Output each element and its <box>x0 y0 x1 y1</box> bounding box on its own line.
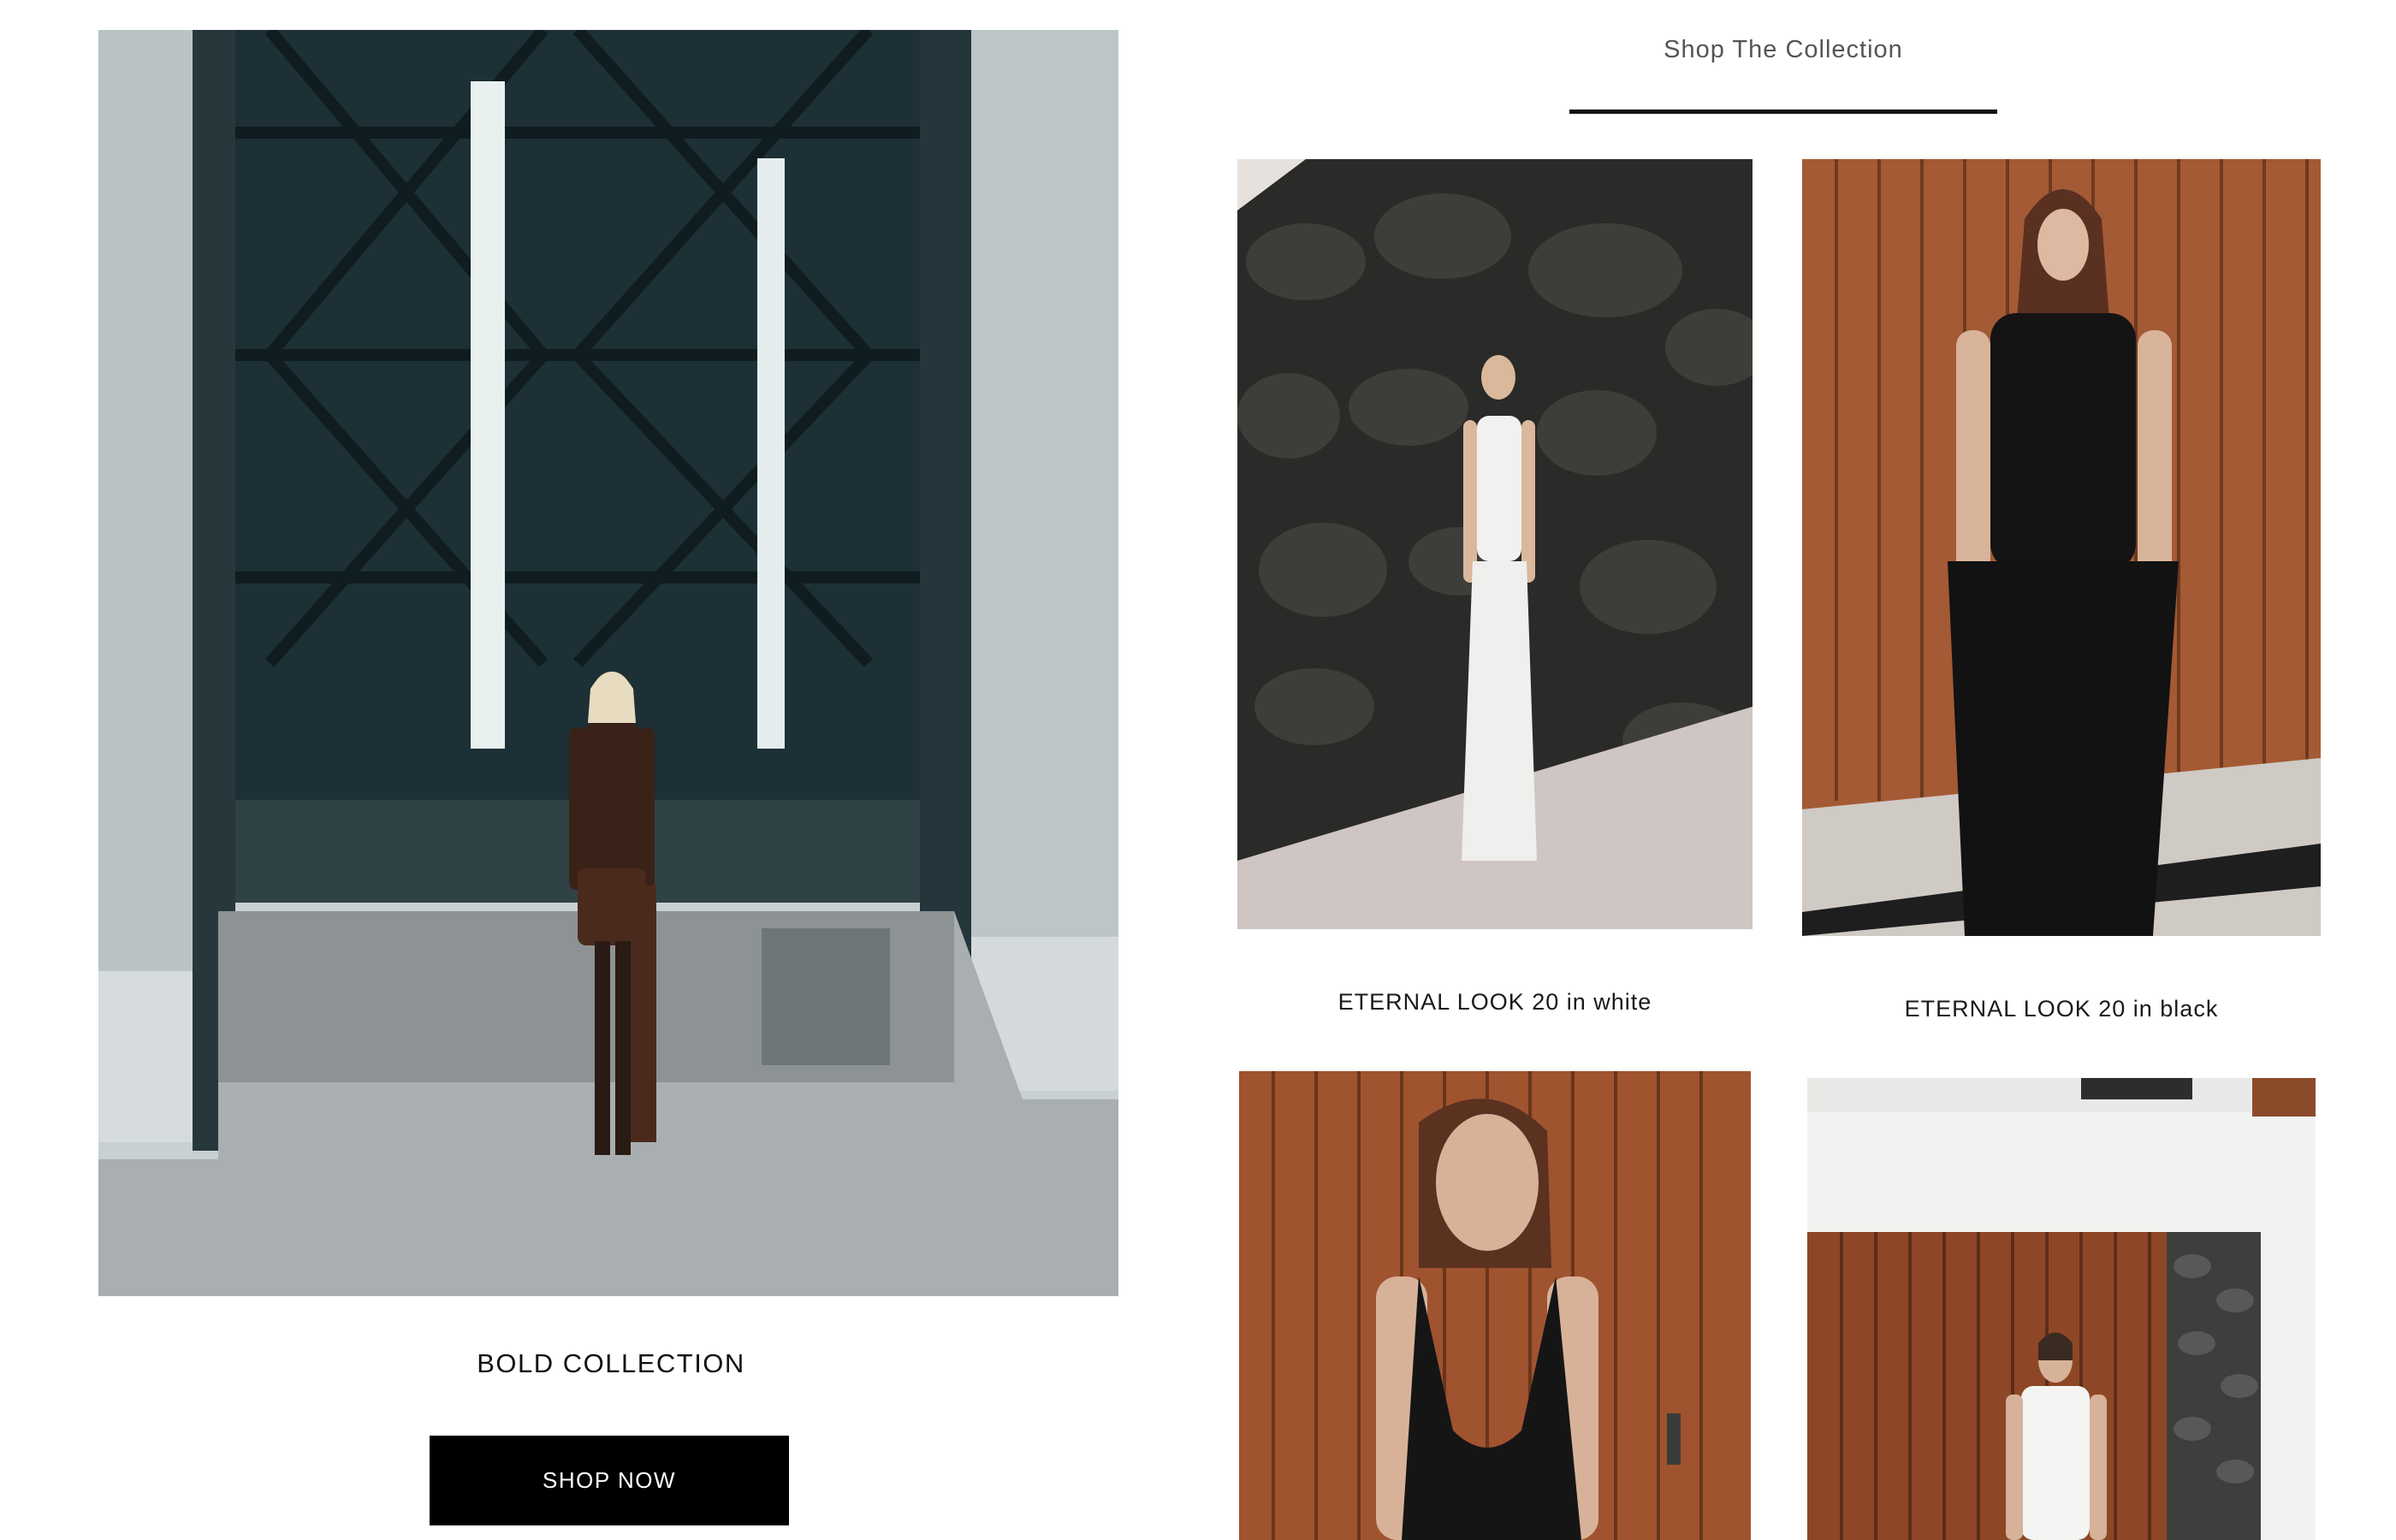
section-title-tab[interactable]: Shop The Collection <box>1569 36 1997 64</box>
product-image[interactable] <box>1239 1071 1751 1540</box>
product-image[interactable] <box>1807 1078 2316 1540</box>
product-image[interactable] <box>1802 159 2321 936</box>
tab-underline <box>1569 110 1997 114</box>
product-caption[interactable]: ETERNAL LOOK 20 in white <box>1237 989 1753 1016</box>
product-image[interactable] <box>1237 159 1753 929</box>
collection-title: BOLD COLLECTION <box>477 1348 745 1378</box>
product-caption[interactable]: ETERNAL LOOK 20 in black <box>1802 996 2321 1022</box>
shop-now-button[interactable]: SHOP NOW <box>430 1436 789 1525</box>
hero-photo[interactable] <box>98 30 1118 1296</box>
